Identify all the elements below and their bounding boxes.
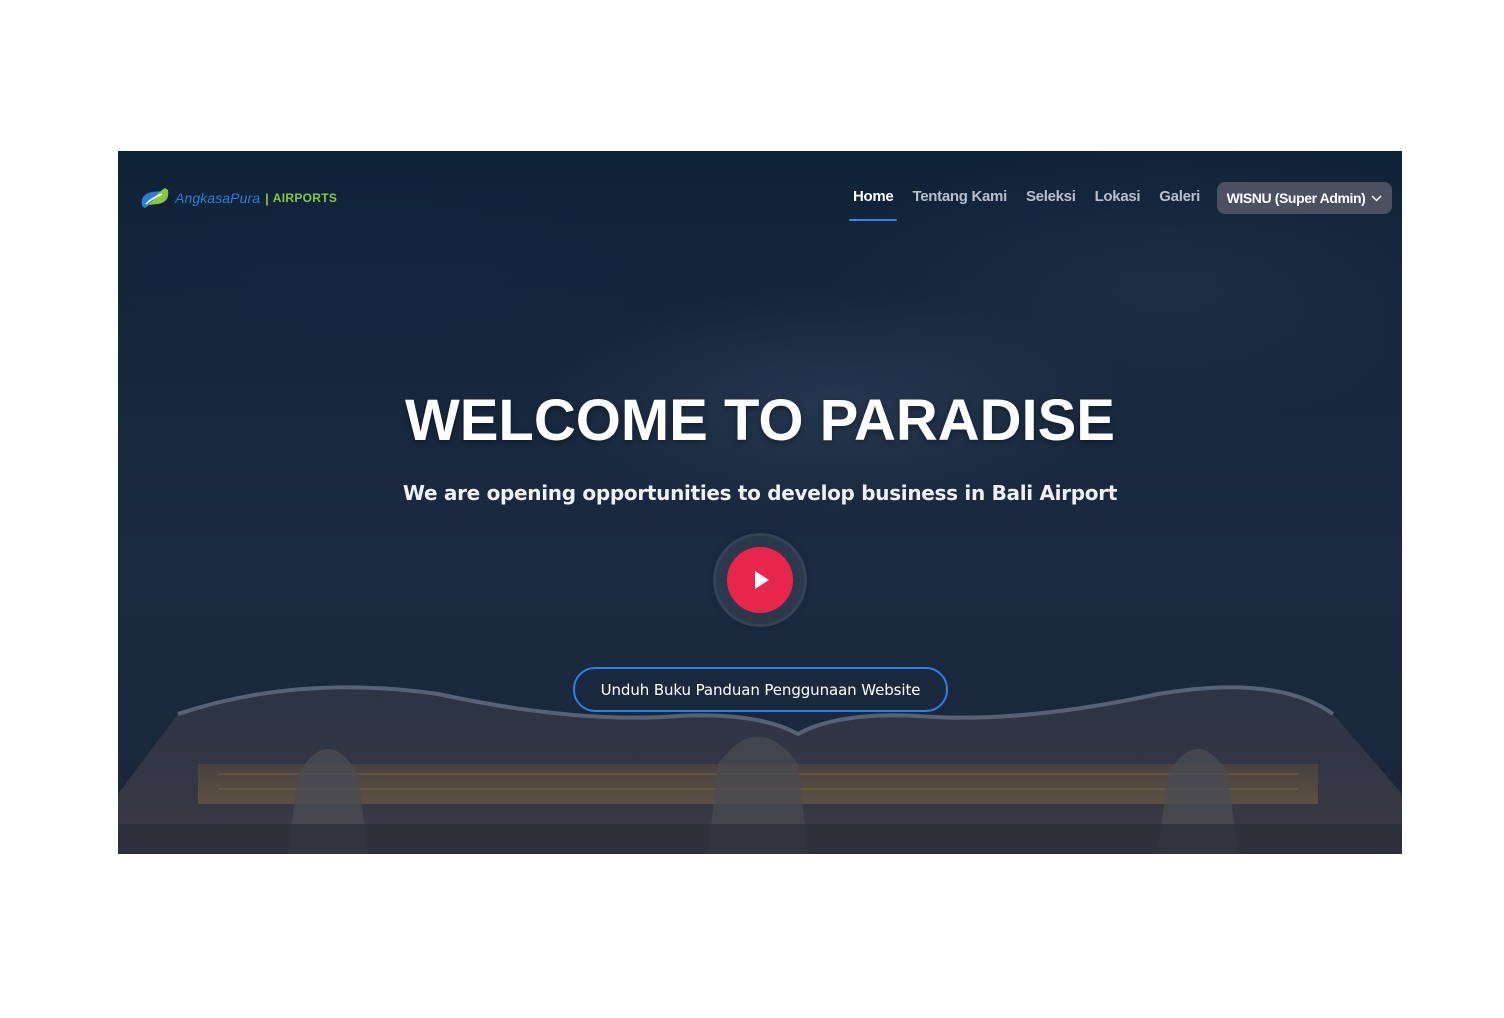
user-menu-label: WISNU (Super Admin) bbox=[1226, 190, 1366, 206]
nav-item-galeri[interactable]: Galeri bbox=[1155, 187, 1204, 207]
hero-subtitle: We are opening opportunities to develop … bbox=[402, 481, 1118, 505]
angkasa-pura-logo-icon bbox=[141, 188, 169, 208]
brand-sub: AIRPORTS bbox=[272, 191, 338, 205]
play-video-button[interactable] bbox=[716, 536, 804, 624]
brand-name: AngkasaPura bbox=[175, 190, 261, 206]
play-button-circle bbox=[727, 547, 793, 613]
user-menu-button[interactable]: WISNU (Super Admin) bbox=[1217, 182, 1392, 214]
play-icon bbox=[755, 571, 769, 589]
brand-logo[interactable]: AngkasaPura | AIRPORTS bbox=[136, 183, 337, 213]
nav-item-home[interactable]: Home bbox=[849, 187, 898, 221]
nav-item-lokasi[interactable]: Lokasi bbox=[1091, 187, 1145, 207]
brand-separator: | bbox=[265, 190, 269, 206]
chevron-down-icon bbox=[1371, 194, 1382, 202]
hero-title: WELCOME TO PARADISE bbox=[405, 388, 1115, 453]
hero-section: AngkasaPura | AIRPORTS Home Tentang Kami… bbox=[118, 151, 1402, 854]
download-guide-button[interactable]: Unduh Buku Panduan Penggunaan Website bbox=[573, 667, 948, 712]
nav-links: Home Tentang Kami Seleksi Lokasi Galeri bbox=[849, 187, 1215, 221]
navbar: AngkasaPura | AIRPORTS Home Tentang Kami… bbox=[118, 151, 1402, 245]
nav-item-seleksi[interactable]: Seleksi bbox=[1022, 187, 1080, 207]
nav-item-tentang-kami[interactable]: Tentang Kami bbox=[908, 187, 1010, 207]
